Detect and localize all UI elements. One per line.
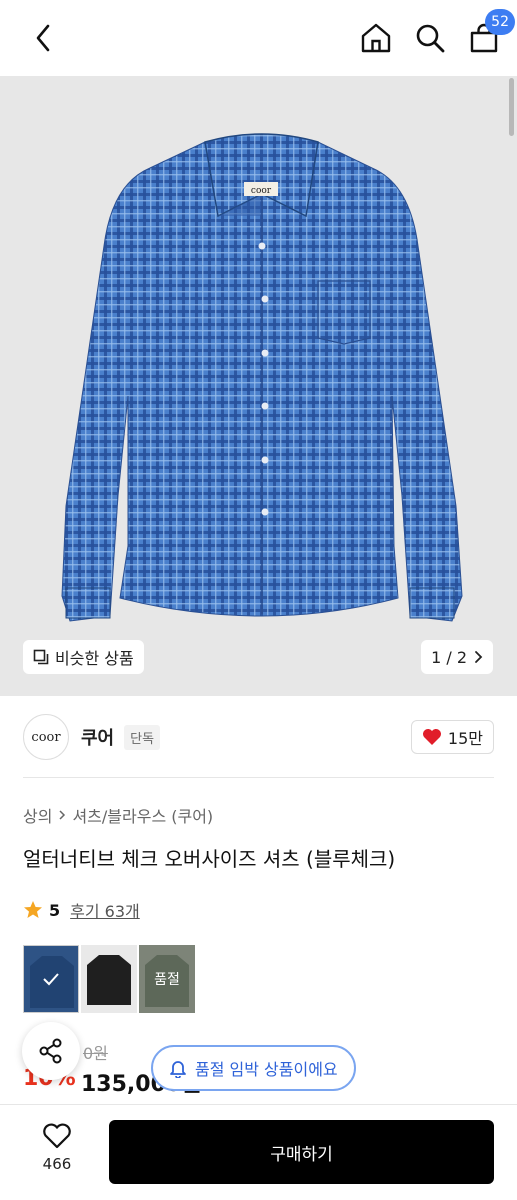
brand-like-button[interactable]: 15만 xyxy=(410,720,494,754)
brand-like-count: 15만 xyxy=(447,729,483,748)
review-link[interactable]: 후기 63개 xyxy=(70,898,140,922)
color-option-black[interactable] xyxy=(81,945,137,1013)
shirt-image: coor xyxy=(61,133,463,622)
wishlist-count: 466 xyxy=(42,1155,72,1173)
divider xyxy=(23,777,494,778)
bottom-action-bar: 466 구매하기 xyxy=(0,1104,517,1200)
cart-button[interactable]: 52 xyxy=(467,9,515,55)
cart-count-badge: 52 xyxy=(485,9,515,35)
wishlist-button[interactable]: 466 xyxy=(26,1123,88,1173)
bell-icon xyxy=(170,1061,186,1078)
chevron-right-icon xyxy=(475,651,483,663)
soldout-soon-text: 품절 임박 상품이에요 xyxy=(195,1060,338,1079)
black-shirt-thumb xyxy=(87,955,131,1005)
soldout-soon-notice[interactable]: 품절 임박 상품이에요 xyxy=(151,1045,356,1091)
brand-row: coor 쿠어 단독 15만 xyxy=(23,713,494,761)
home-icon xyxy=(361,23,391,53)
brand-logo-text: coor xyxy=(31,729,61,745)
top-header: 52 xyxy=(0,0,517,76)
check-icon xyxy=(43,973,59,986)
exclusive-badge: 단독 xyxy=(124,724,161,750)
back-button[interactable] xyxy=(26,21,60,55)
rating-score: 5 xyxy=(49,900,61,920)
heart-filled-icon xyxy=(422,729,441,745)
heart-outline-icon xyxy=(43,1123,71,1149)
chevron-left-icon xyxy=(36,24,50,52)
similar-products-button[interactable]: 비슷한 상품 xyxy=(23,640,144,674)
product-page: 52 coor 비슷한 상품 1 / 2 coor 쿠어 단독 15만 상의 셔… xyxy=(0,0,517,1200)
pager-text: 1 / 2 xyxy=(431,647,467,667)
breadcrumb-subcategory[interactable]: 셔츠/블라우스 (쿠어) xyxy=(72,803,213,827)
color-option-blue[interactable] xyxy=(23,945,79,1013)
similar-products-label: 비슷한 상품 xyxy=(55,649,134,668)
product-title: 얼터너티브 체크 오버사이즈 셔츠 (블루체크) xyxy=(23,847,396,871)
selected-check xyxy=(24,946,78,1012)
original-price: 0원 xyxy=(83,1044,108,1063)
product-image[interactable]: coor xyxy=(0,76,517,696)
share-icon xyxy=(39,1038,62,1064)
chevron-right-icon xyxy=(59,810,66,820)
shirt-label-text: coor xyxy=(251,186,272,196)
scrollbar[interactable] xyxy=(509,78,514,136)
color-options: 품절 xyxy=(23,945,195,1013)
rating: 5 후기 63개 xyxy=(23,898,140,922)
brand-name[interactable]: 쿠어 xyxy=(81,724,114,750)
home-button[interactable] xyxy=(359,21,393,55)
image-pager[interactable]: 1 / 2 xyxy=(421,640,493,674)
soldout-label: 품절 xyxy=(154,972,180,988)
breadcrumb: 상의 셔츠/블라우스 (쿠어) xyxy=(23,803,213,827)
search-icon xyxy=(416,24,445,53)
copy-icon xyxy=(33,649,49,665)
search-button[interactable] xyxy=(413,21,447,55)
share-button[interactable] xyxy=(22,1022,80,1080)
brand-logo[interactable]: coor xyxy=(23,714,69,760)
breadcrumb-category[interactable]: 상의 xyxy=(23,803,52,827)
buy-button[interactable]: 구매하기 xyxy=(109,1120,494,1184)
color-option-olive[interactable]: 품절 xyxy=(139,945,195,1013)
star-icon xyxy=(24,901,42,918)
